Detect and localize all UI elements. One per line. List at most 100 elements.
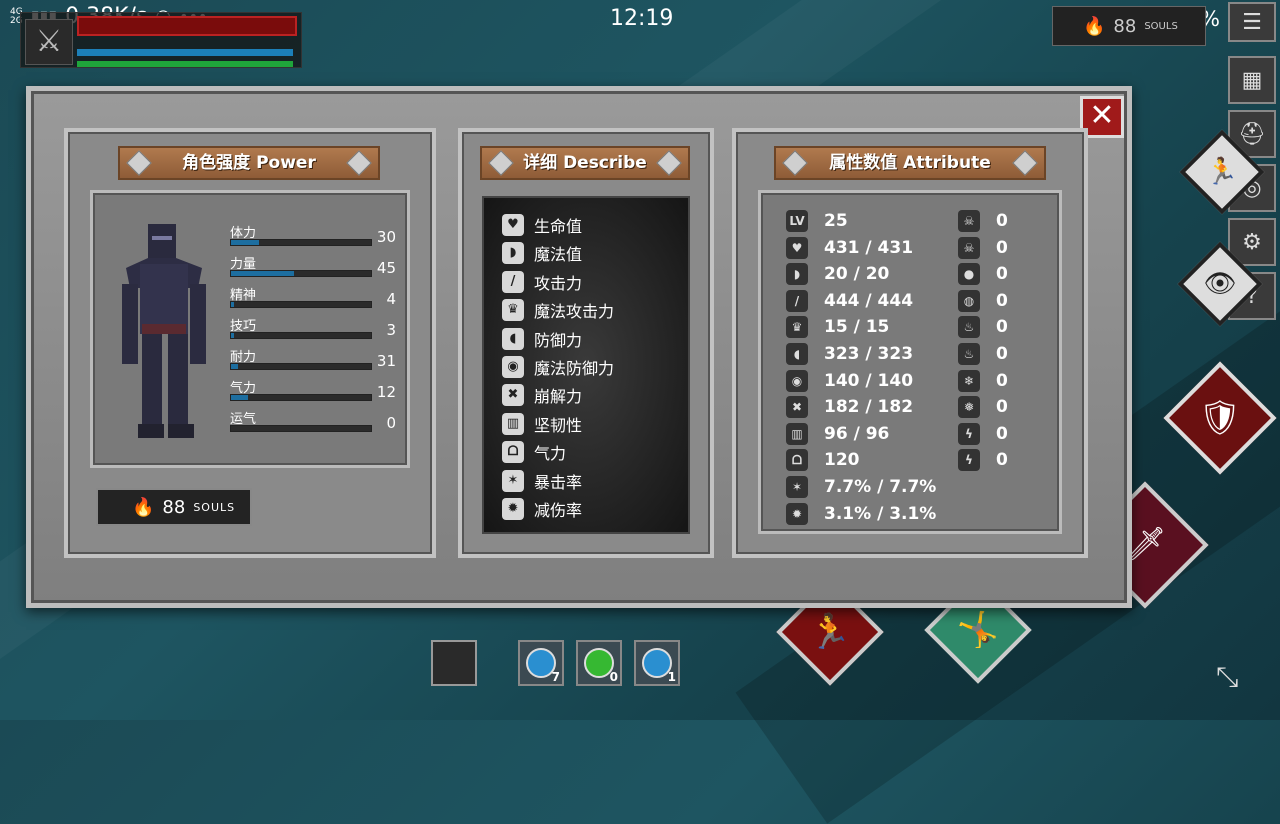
shield-icon: ◖: [502, 327, 524, 350]
potion-count: 7: [551, 670, 560, 684]
attribute-row: ✖ 182 / 182: [786, 394, 913, 420]
describe-row: ✶ 暴击率: [502, 468, 582, 494]
stat-value: 12: [376, 383, 396, 401]
list-menu-button[interactable]: ☰: [1228, 2, 1276, 42]
stat-value: 45: [376, 259, 396, 277]
stat-value: 4: [386, 290, 396, 308]
knight-helmet-icon: ▥: [786, 422, 808, 445]
stat-row: 耐力 31: [230, 346, 400, 376]
magic-attack-icon: ♛: [502, 299, 524, 322]
resistance-row: ♨ 0: [958, 314, 1008, 340]
shield-action-icon: 🛡: [1198, 398, 1242, 438]
weapon-icon[interactable]: ⚔: [25, 19, 73, 65]
attribute-row: ᗝ 120: [786, 447, 860, 473]
eye-icon: 👁: [1203, 269, 1237, 299]
bleed-drop-icon: ●: [958, 263, 980, 286]
lightning-icon: ϟ: [958, 422, 980, 445]
potion-slot[interactable]: 0: [576, 640, 622, 686]
frost-resist-icon: ❅: [958, 396, 980, 419]
soul-flame-icon: 🔥: [132, 496, 155, 518]
souls-label: SOULS: [193, 500, 236, 514]
fullscreen-icon[interactable]: ⤡: [1216, 660, 1238, 694]
crit-star-icon: ✶: [786, 476, 808, 498]
describe-label: 魔法值: [534, 245, 583, 265]
stat-row: 体力 30: [230, 222, 400, 252]
top-souls-counter: 🔥 88 SOULS: [1052, 6, 1206, 46]
sword-icon: /: [786, 289, 808, 312]
attribute-row: ✶ 7.7% / 7.7%: [786, 474, 936, 500]
potion-slot[interactable]: 7: [518, 640, 564, 686]
stat-bar-fill: [231, 333, 234, 338]
describe-row: ✖ 崩解力: [502, 382, 582, 408]
break-icon: ✖: [502, 384, 524, 407]
poison-resist-icon: ☠: [958, 236, 980, 259]
describe-label: 坚韧性: [534, 415, 583, 435]
stat-bar: [230, 394, 372, 401]
magic-shield-icon: ◉: [502, 356, 524, 378]
resistance-value: 0: [996, 344, 1008, 364]
potion-count: 1: [667, 670, 676, 684]
attribute-row: ♥ 431 / 431: [786, 235, 913, 261]
describe-row: ᗝ 气力: [502, 439, 566, 465]
potion-count: 0: [609, 670, 618, 684]
resistance-value: 0: [996, 290, 1008, 311]
stat-bar: [230, 363, 372, 370]
attribute-row: ◉ 140 / 140: [786, 368, 913, 394]
top-souls-label: SOULS: [1144, 20, 1178, 32]
describe-label: 攻击力: [534, 273, 583, 293]
souls-count: 88: [162, 496, 186, 518]
crit-star-icon: ✶: [502, 469, 524, 492]
resistance-value: 0: [996, 370, 1008, 391]
attribute-value: 15 / 15: [824, 317, 890, 338]
attribute-value: 140 / 140: [824, 370, 914, 391]
describe-row: / 攻击力: [502, 269, 582, 295]
attribute-value: 444 / 444: [824, 290, 914, 311]
inventory-button[interactable]: ▦: [1228, 56, 1276, 104]
heart-icon: ♥: [502, 214, 524, 236]
stat-bar: [230, 270, 372, 277]
empty-item-slot[interactable]: [431, 640, 477, 686]
soul-flame-icon: 🔥: [1083, 15, 1106, 37]
resistance-row: ● 0: [958, 261, 1008, 287]
helmet-icon: ◗: [502, 242, 524, 265]
stat-bar-fill: [231, 395, 248, 400]
describe-label: 魔法攻击力: [534, 302, 615, 322]
stat-bar-fill: [231, 302, 234, 307]
heart-icon: ♥: [786, 236, 808, 259]
attribute-row: ◗ 20 / 20: [786, 261, 889, 287]
top-souls-count: 88: [1113, 15, 1137, 37]
describe-label: 崩解力: [534, 387, 583, 407]
fire-resist-icon: ♨: [958, 343, 980, 365]
shield-icon: ◖: [786, 343, 808, 365]
stat-value: 30: [376, 228, 396, 246]
poison-skull-icon: ☠: [958, 210, 980, 232]
stat-bar: [230, 332, 372, 339]
clock: 12:19: [610, 6, 674, 31]
stat-value: 3: [386, 321, 396, 339]
lv-icon: LV: [786, 210, 808, 232]
lungs-icon: ᗝ: [502, 441, 524, 464]
attribute-row: / 444 / 444: [786, 288, 913, 314]
resistance-row: ◍ 0: [958, 288, 1008, 314]
stamina-bar: [77, 61, 293, 67]
resistance-row: ❄ 0: [958, 368, 1008, 394]
damage-reduce-icon: ✹: [502, 498, 524, 520]
fire-icon: ♨: [958, 316, 980, 339]
potion-slot[interactable]: 1: [634, 640, 680, 686]
health-bar: [77, 16, 297, 36]
mana-bar: [77, 49, 293, 56]
attribute-row: ♛ 15 / 15: [786, 314, 889, 340]
resistance-row: ❅ 0: [958, 394, 1008, 420]
stat-row: 力量 45: [230, 253, 400, 283]
attribute-value: 96 / 96: [824, 423, 890, 444]
describe-list: ♥ 生命值 ◗ 魔法值 / 攻击力 ♛ 魔法攻击力 ◖ 防御力 ◉ 魔法防御力 ✖ 崩解力 ▥ 坚韧性 ᗝ 气力 ✶…: [482, 196, 690, 534]
attribute-value: 431 / 431: [824, 237, 914, 258]
sword-icon: /: [502, 270, 524, 293]
stat-row: 运气 0: [230, 408, 400, 438]
describe-row: ▥ 坚韧性: [502, 411, 582, 437]
lightning-resist-icon: ϟ: [958, 449, 980, 472]
resistance-row: ϟ0: [958, 447, 1008, 473]
frost-icon: ❄: [958, 369, 980, 392]
break-icon: ✖: [786, 396, 808, 419]
knight-helmet-icon: ▥: [502, 412, 524, 435]
